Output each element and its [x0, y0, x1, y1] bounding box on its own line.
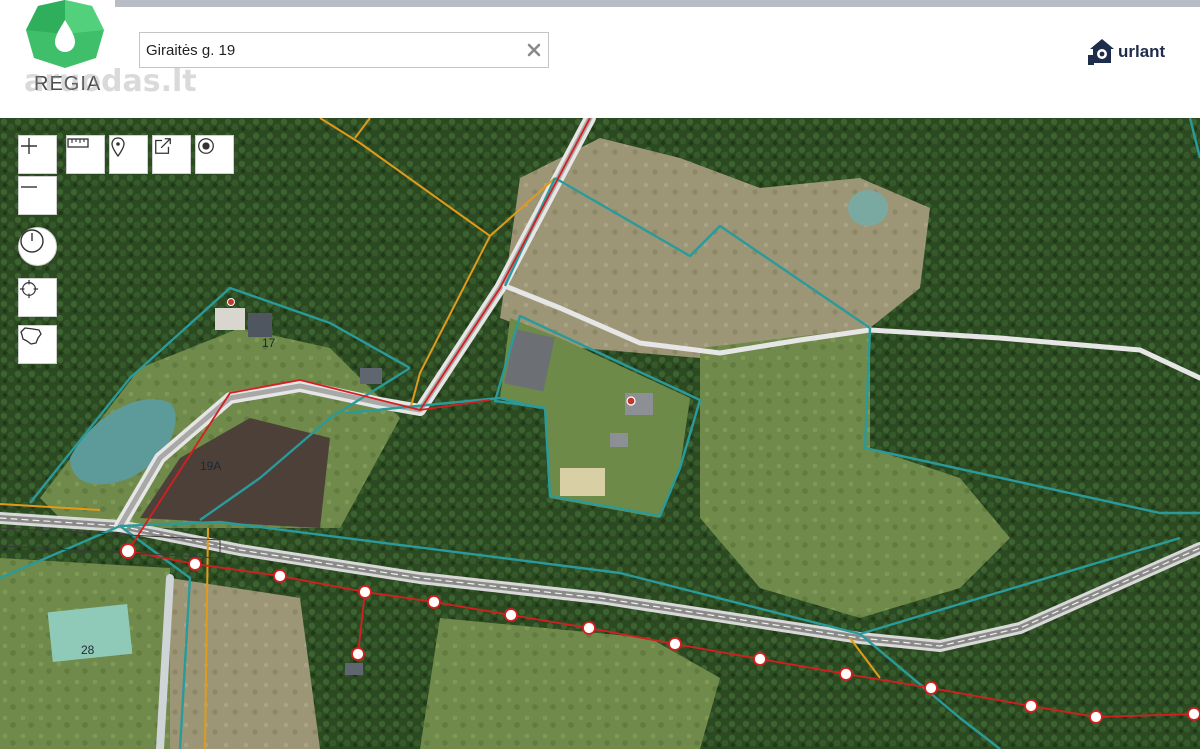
share-icon	[155, 138, 171, 154]
search-input[interactable]	[146, 33, 516, 67]
watermark: aruodas.lt	[24, 64, 197, 99]
house-icon	[1088, 39, 1114, 65]
power-pole[interactable]	[504, 608, 518, 622]
history-button[interactable]	[18, 227, 57, 266]
zoom-in-icon	[21, 138, 37, 154]
locate-button[interactable]	[18, 278, 57, 317]
power-pole[interactable]	[427, 595, 441, 609]
building	[610, 433, 628, 447]
record-icon	[198, 138, 214, 154]
search-box[interactable]	[139, 32, 549, 68]
pond-north	[848, 190, 888, 226]
power-pole[interactable]	[582, 621, 596, 635]
measure-button[interactable]	[66, 135, 105, 174]
close-icon[interactable]	[526, 42, 542, 58]
power-pole[interactable]	[1187, 707, 1200, 721]
power-pole[interactable]	[1024, 699, 1038, 713]
power-pole[interactable]	[120, 543, 136, 559]
address-point[interactable]	[227, 298, 235, 306]
map-canvas[interactable]: 17 19A 28	[0, 118, 1200, 749]
lithuania-icon	[20, 327, 42, 345]
parcel-label-28: 28	[81, 643, 95, 657]
power-pole[interactable]	[351, 647, 365, 661]
power-pole[interactable]	[753, 652, 767, 666]
record-button[interactable]	[195, 135, 234, 174]
power-pole[interactable]	[358, 585, 372, 599]
marker-button[interactable]	[109, 135, 148, 174]
header: REGIA aruodas.lt urlant	[0, 0, 1200, 118]
power-pole[interactable]	[273, 569, 287, 583]
building	[360, 368, 382, 384]
building	[215, 308, 245, 330]
map-view[interactable]: 17 19A 28	[0, 118, 1200, 749]
power-pole[interactable]	[1089, 710, 1103, 724]
field-south	[170, 578, 320, 749]
clock-icon	[20, 229, 44, 253]
building	[345, 663, 363, 675]
power-pole[interactable]	[668, 637, 682, 651]
measure-icon	[67, 138, 89, 148]
zoom-in-button[interactable]	[18, 135, 57, 174]
power-pole[interactable]	[924, 681, 938, 695]
top-strip	[115, 0, 1200, 7]
country-extent-button[interactable]	[18, 325, 57, 364]
marker-icon	[111, 137, 125, 158]
share-button[interactable]	[152, 135, 191, 174]
power-pole[interactable]	[188, 557, 202, 571]
sand-area	[560, 468, 605, 496]
building	[248, 313, 272, 337]
zoom-out-icon	[21, 186, 37, 188]
locate-icon	[19, 279, 39, 299]
address-point[interactable]	[626, 396, 636, 406]
brand-name: urlant	[1118, 42, 1166, 61]
zoom-out-button[interactable]	[18, 176, 57, 215]
power-pole[interactable]	[839, 667, 853, 681]
parcel-label-17: 17	[262, 336, 276, 350]
brand-logo[interactable]: urlant	[1088, 36, 1165, 68]
parcel-label-19a: 19A	[200, 459, 221, 473]
